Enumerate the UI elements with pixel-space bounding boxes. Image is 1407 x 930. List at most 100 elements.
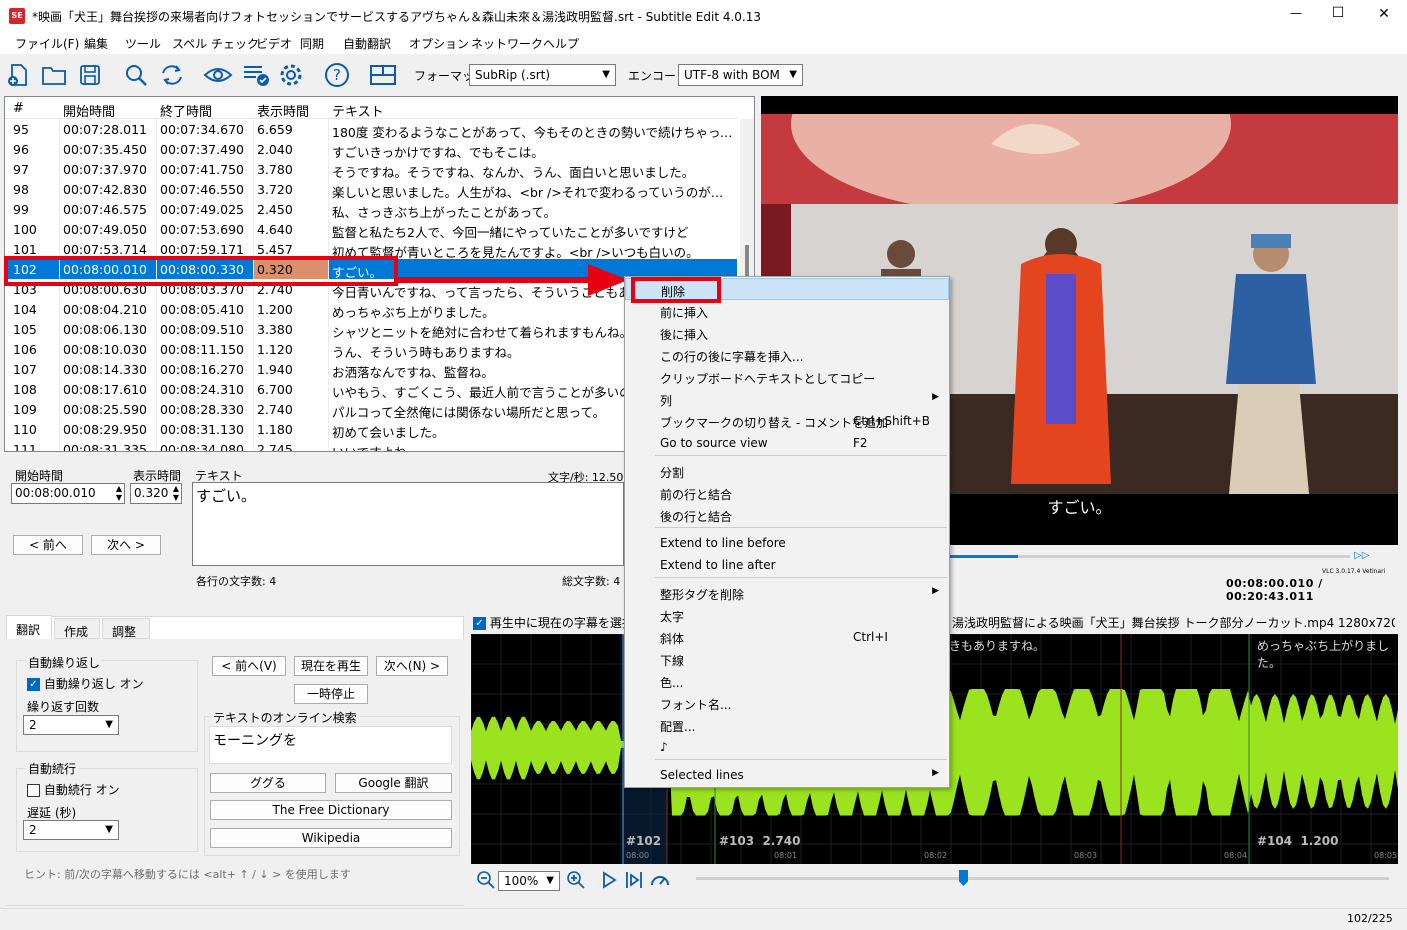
menu-options[interactable]: オプション — [409, 35, 469, 52]
zoom-in-icon[interactable] — [566, 870, 586, 893]
menu-item-insert-before[interactable]: 前に挿入 — [625, 300, 949, 322]
menu-item-insert-subtitle-after[interactable]: この行の後に字幕を挿入... — [625, 344, 949, 366]
menu-item-alignment[interactable]: 配置... — [625, 714, 949, 736]
column-divider — [253, 339, 254, 359]
visual-sync-icon[interactable] — [203, 61, 233, 89]
menu-item-copy-text[interactable]: クリップボードへテキストとしてコピー — [625, 366, 949, 388]
row-end: 00:07:59.171 — [160, 242, 244, 257]
col-end[interactable]: 終了時間 — [160, 101, 212, 120]
waveform-position-slider[interactable] — [696, 877, 1389, 880]
menu-tools[interactable]: ツール — [125, 35, 161, 52]
column-divider — [156, 379, 157, 399]
spell-check-icon[interactable] — [241, 61, 271, 89]
format-select[interactable]: SubRip (.srt) ▼ — [469, 64, 616, 86]
repeat-count-select[interactable]: 2 ▼ — [23, 715, 119, 735]
subtitle-text-area[interactable]: すごい。 — [192, 482, 624, 566]
menu-item-font-name[interactable]: フォント名... — [625, 692, 949, 714]
pause-button[interactable]: 一時停止 — [294, 684, 368, 704]
open-folder-icon[interactable] — [39, 61, 69, 89]
minimize-button[interactable]: — — [1281, 6, 1311, 20]
play-current-button[interactable]: 現在を再生 — [294, 656, 368, 676]
find-icon[interactable] — [121, 61, 151, 89]
save-icon[interactable] — [75, 61, 105, 89]
table-row[interactable]: 99 00:07:46.575 00:07:49.025 2.450 私、さっきぶち上が… — [5, 199, 737, 220]
autorepeat-checkbox[interactable]: ✓ 自動繰り返し オン — [27, 675, 144, 692]
menu-item-split[interactable]: 分割 — [625, 460, 949, 482]
menu-spell-check[interactable]: スペル チェック — [172, 35, 259, 52]
delay-select[interactable]: 2 ▼ — [23, 820, 119, 840]
help-icon[interactable]: ? — [322, 61, 352, 89]
table-row[interactable]: 97 00:07:37.970 00:07:41.750 3.780 そうですね。そうで… — [5, 159, 737, 180]
hint-text: ヒント: 前/次の字幕へ移動するには <alt+ ↑ / ↓ > を使用します — [24, 868, 351, 881]
zoom-out-icon[interactable] — [476, 870, 496, 893]
table-row[interactable]: 96 00:07:35.450 00:07:37.490 2.040 すごいきっかけです… — [5, 139, 737, 160]
play-selection-icon[interactable] — [624, 870, 644, 893]
settings-icon[interactable] — [276, 61, 306, 89]
encoding-select[interactable]: UTF-8 with BOM ▼ — [678, 64, 803, 86]
wikipedia-button[interactable]: Wikipedia — [210, 828, 452, 848]
menu-item-underline[interactable]: 下線 — [625, 648, 949, 670]
menu-sync[interactable]: 同期 — [300, 35, 324, 52]
google-translate-button[interactable]: Google 翻訳 — [335, 773, 452, 793]
duration-input[interactable]: 0.320 ▲ ▼ — [130, 483, 182, 504]
column-divider — [59, 139, 60, 159]
table-row[interactable]: 95 00:07:28.011 00:07:34.670 6.659 180度 変わるよ… — [5, 119, 737, 140]
tab-translate[interactable]: 翻訳 — [6, 615, 52, 639]
new-file-icon[interactable] — [3, 61, 33, 89]
menu-item-color[interactable]: 色... — [625, 670, 949, 692]
menu-help[interactable]: ヘルプ — [543, 35, 579, 52]
close-button[interactable]: ✕ — [1369, 6, 1399, 22]
video-progress[interactable] — [950, 555, 1350, 558]
table-row[interactable]: 98 00:07:42.830 00:07:46.550 3.720 楽しいと思いました… — [5, 179, 737, 200]
spinner-icon[interactable]: ▲ ▼ — [116, 484, 122, 502]
row-duration: 1.180 — [257, 422, 293, 437]
start-time-input[interactable]: 00:08:00.010 ▲ ▼ — [11, 483, 125, 504]
layout-icon[interactable] — [368, 61, 398, 89]
next-line-button[interactable]: 次へ(N) > — [376, 656, 448, 676]
table-row[interactable]: 100 00:07:49.050 00:07:53.690 4.640 監督と私たち2人… — [5, 219, 737, 240]
menu-auto-translate[interactable]: 自動翻訳 — [343, 35, 391, 52]
zoom-select[interactable]: 100% ▼ — [498, 871, 560, 891]
speed-icon[interactable] — [649, 869, 671, 894]
next-button[interactable]: 次へ > — [91, 535, 161, 555]
menu-network[interactable]: ネットワーク — [471, 35, 543, 52]
column-divider — [59, 219, 60, 239]
spinner-icon[interactable]: ▲ ▼ — [173, 484, 179, 502]
row-number: 96 — [13, 142, 29, 157]
col-duration[interactable]: 表示時間 — [257, 101, 309, 120]
menu-item-merge-next[interactable]: 後の行と結合 — [625, 504, 949, 526]
fast-forward-icon[interactable]: ▷▷ — [1354, 550, 1369, 561]
menu-edit[interactable]: 編集 — [84, 35, 108, 52]
menu-item-bold[interactable]: 太字 — [625, 604, 949, 626]
menu-video[interactable]: ビデオ — [256, 35, 292, 52]
free-dictionary-button[interactable]: The Free Dictionary — [210, 800, 452, 820]
menu-item-merge-previous[interactable]: 前の行と結合 — [625, 482, 949, 504]
maximize-button[interactable]: ☐ — [1323, 5, 1353, 21]
col-text[interactable]: テキスト — [332, 101, 384, 120]
prev-button[interactable]: < 前へ — [13, 535, 83, 555]
menu-item-go-to-source[interactable]: Go to source view F2 — [625, 432, 949, 454]
autocontinue-checkbox[interactable]: 自動続行 オン — [27, 781, 120, 798]
menu-item-columns[interactable]: 列 ▶ — [625, 388, 949, 410]
menu-item-extend-after[interactable]: Extend to line after — [625, 554, 949, 576]
menu-item-music-note[interactable]: ♪ — [625, 736, 949, 758]
replace-icon[interactable] — [157, 61, 187, 89]
tab-create[interactable]: 作成 — [54, 618, 100, 639]
menu-item-extend-before[interactable]: Extend to line before — [625, 532, 949, 554]
menu-item-italic[interactable]: 斜体 Ctrl+I — [625, 626, 949, 648]
menu-item-toggle-bookmark[interactable]: ブックマークの切り替え - コメントを追加 Ctrl+Shift+B — [625, 410, 949, 432]
menu-file[interactable]: ファイル(F) — [15, 35, 79, 52]
play-icon[interactable] — [599, 870, 619, 893]
tab-adjust[interactable]: 調整 — [102, 618, 150, 639]
col-number[interactable]: # — [13, 101, 24, 116]
menu-item-remove-formatting[interactable]: 整形タグを削除 ▶ — [625, 582, 949, 604]
app-icon[interactable]: SE — [9, 8, 25, 24]
slider-thumb[interactable] — [959, 870, 968, 886]
menu-item-selected-lines[interactable]: Selected lines ▶ — [625, 764, 949, 786]
menu-item-insert-after[interactable]: 後に挿入 — [625, 322, 949, 344]
google-search-button[interactable]: ググる — [210, 773, 326, 793]
select-current-checkbox[interactable]: ✓ 再生中に現在の字幕を選択 — [473, 614, 625, 631]
prev-line-button[interactable]: < 前へ(V) — [212, 656, 286, 676]
search-text-input[interactable]: モーニングを — [209, 726, 452, 764]
col-start[interactable]: 開始時間 — [63, 101, 115, 120]
